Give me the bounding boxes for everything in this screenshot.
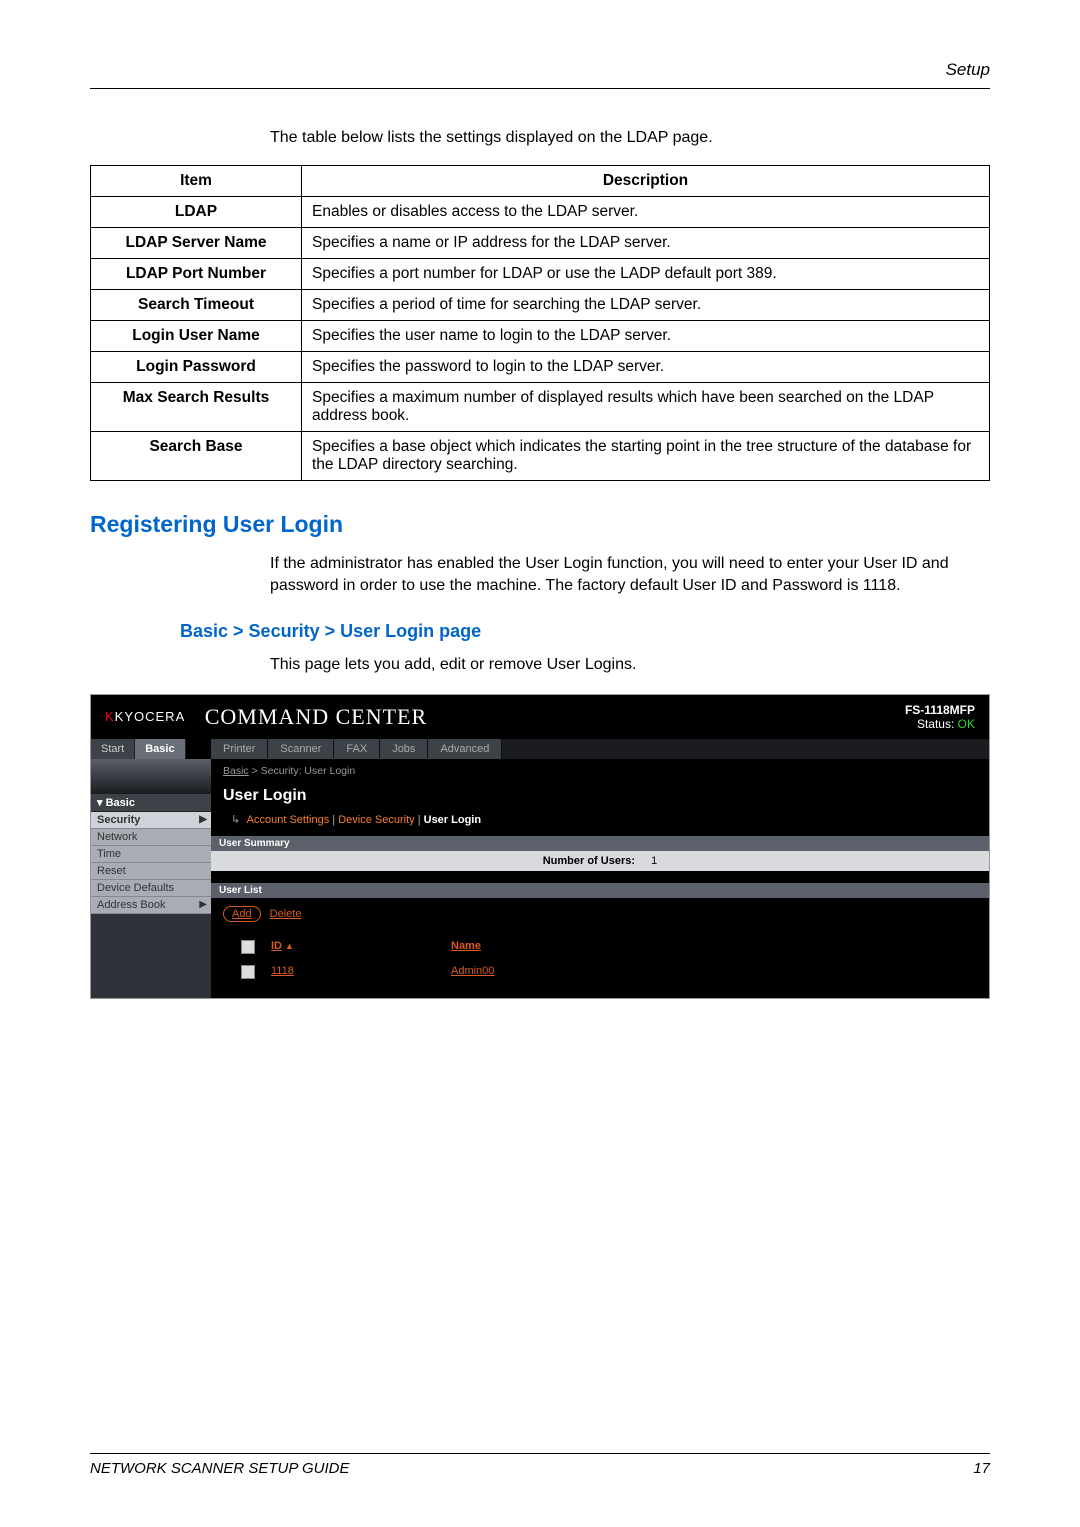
breadcrumb: Basic > Security: User Login — [211, 759, 989, 783]
user-summary-row: Number of Users: 1 — [211, 851, 989, 871]
col-desc: Description — [302, 166, 990, 197]
table-row-item: LDAP — [91, 197, 302, 228]
sidebar-item-reset[interactable]: Reset — [91, 863, 211, 880]
device-status: FS-1118MFP Status: OK — [905, 703, 975, 731]
table-row-item: Login Password — [91, 352, 302, 383]
sidebar-item-time[interactable]: Time — [91, 846, 211, 863]
table-row-desc: Specifies a name or IP address for the L… — [302, 228, 990, 259]
table-row-desc: Specifies the user name to login to the … — [302, 321, 990, 352]
tab-printer[interactable]: Printer — [211, 739, 268, 759]
user-name-link[interactable]: Admin00 — [451, 965, 494, 977]
user-row: 1118 Admin00 — [241, 961, 977, 986]
col-id-header[interactable]: ID — [271, 940, 282, 952]
table-row-item: Max Search Results — [91, 383, 302, 432]
table-row-item: Login User Name — [91, 321, 302, 352]
user-id-link[interactable]: 1118 — [271, 965, 294, 977]
tab-scanner[interactable]: Scanner — [268, 739, 334, 759]
tab-basic[interactable]: Basic — [135, 739, 185, 759]
tab-jobs[interactable]: Jobs — [380, 739, 428, 759]
tab-fax[interactable]: FAX — [334, 739, 380, 759]
footer-page: 17 — [973, 1460, 990, 1477]
table-row-desc: Specifies a maximum number of displayed … — [302, 383, 990, 432]
app-logo: KKYOCERA COMMAND CENTER — [105, 704, 427, 730]
sidebar-item-device-defaults[interactable]: Device Defaults — [91, 880, 211, 897]
table-row-desc: Enables or disables access to the LDAP s… — [302, 197, 990, 228]
header-image — [91, 759, 211, 794]
app-header: KKYOCERA COMMAND CENTER FS-1118MFP Statu… — [91, 695, 989, 739]
sidebar-item-security[interactable]: Security▶ — [91, 812, 211, 829]
col-item: Item — [91, 166, 302, 197]
section-heading: Registering User Login — [90, 511, 990, 538]
table-row-desc: Specifies a port number for LDAP or use … — [302, 259, 990, 290]
section-para: If the administrator has enabled the Use… — [270, 553, 990, 596]
delete-link[interactable]: Delete — [270, 908, 302, 920]
table-row-desc: Specifies the password to login to the L… — [302, 352, 990, 383]
ldap-settings-table: Item Description LDAPEnables or disables… — [90, 165, 990, 481]
table-row-desc: Specifies a base object which indicates … — [302, 432, 990, 481]
col-name-header[interactable]: Name — [451, 940, 481, 952]
link-account-settings[interactable]: Account Settings — [247, 814, 330, 826]
table-row-item: Search Timeout — [91, 290, 302, 321]
chevron-right-icon: ▶ — [199, 899, 207, 910]
sidebar-item-address-book[interactable]: Address Book▶ — [91, 897, 211, 914]
sort-asc-icon[interactable]: ▲ — [285, 941, 294, 951]
footer-title: NETWORK SCANNER SETUP GUIDE — [90, 1460, 349, 1477]
sidebar-header[interactable]: ▾ Basic — [91, 794, 211, 812]
add-button[interactable]: Add — [223, 906, 261, 922]
table-row-item: LDAP Port Number — [91, 259, 302, 290]
intro-text: The table below lists the settings displ… — [270, 129, 990, 147]
table-row-item: Search Base — [91, 432, 302, 481]
sidebar-item-network[interactable]: Network — [91, 829, 211, 846]
row-checkbox[interactable] — [241, 965, 255, 979]
table-row-item: LDAP Server Name — [91, 228, 302, 259]
command-center-screenshot: KKYOCERA COMMAND CENTER FS-1118MFP Statu… — [90, 694, 990, 999]
user-list-bar: User List — [211, 883, 989, 898]
breadcrumb-basic[interactable]: Basic — [223, 765, 249, 777]
table-row-desc: Specifies a period of time for searching… — [302, 290, 990, 321]
tab-start[interactable]: Start — [91, 739, 135, 759]
tab-advanced[interactable]: Advanced — [428, 739, 502, 759]
sub-nav: ↳ Account Settings | Device Security | U… — [211, 809, 989, 836]
subsection-heading: Basic > Security > User Login page — [180, 621, 990, 642]
link-device-security[interactable]: Device Security — [338, 814, 414, 826]
subsection-para: This page lets you add, edit or remove U… — [270, 654, 990, 676]
user-summary-bar: User Summary — [211, 836, 989, 851]
select-all-checkbox[interactable] — [241, 940, 255, 954]
link-user-login-current: User Login — [424, 814, 481, 826]
page-header-section: Setup — [90, 60, 990, 89]
page-title: User Login — [211, 783, 989, 809]
chevron-right-icon: ▶ — [199, 814, 207, 825]
